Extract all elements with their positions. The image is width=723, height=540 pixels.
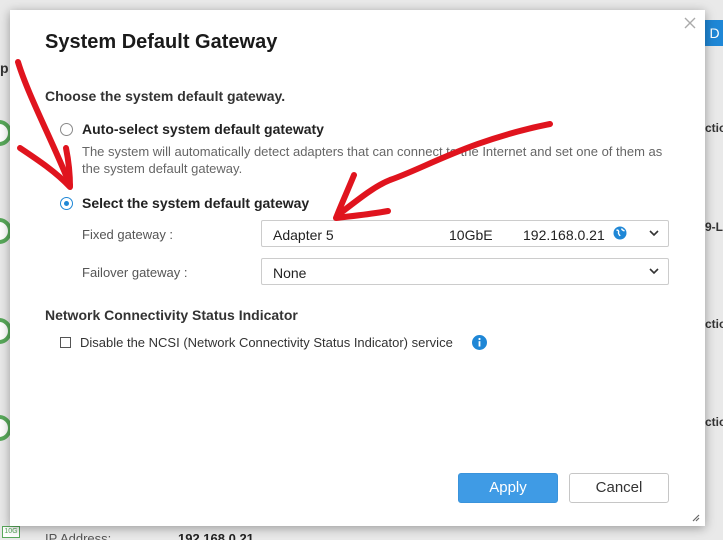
background-text: ctio: [705, 317, 723, 331]
apply-button[interactable]: Apply: [458, 473, 558, 503]
fixed-gateway-speed: 10GbE: [449, 227, 493, 243]
fixed-gateway-label: Fixed gateway :: [82, 227, 174, 242]
globe-icon: [613, 226, 627, 240]
failover-gateway-select[interactable]: None: [261, 258, 669, 285]
fixed-gateway-ip: 192.168.0.21: [523, 227, 605, 243]
chevron-down-icon: [649, 230, 659, 237]
close-button[interactable]: [683, 16, 697, 30]
info-icon[interactable]: [471, 335, 487, 350]
auto-select-label[interactable]: Auto-select system default gatewaty: [82, 121, 324, 137]
background-text: 9-L: [705, 220, 723, 234]
manual-select-option[interactable]: Select the system default gateway: [60, 195, 309, 211]
background-ip-label: IP Address:: [45, 531, 112, 540]
failover-gateway-value: None: [273, 265, 307, 281]
background-text: ctio: [705, 121, 723, 135]
background-text: ctio: [705, 415, 723, 429]
auto-select-option[interactable]: Auto-select system default gatewaty: [60, 121, 324, 137]
section-heading: Choose the system default gateway.: [45, 88, 286, 104]
ncsi-checkbox-label[interactable]: Disable the NCSI (Network Connectivity S…: [80, 335, 453, 350]
ncsi-checkbox[interactable]: [60, 337, 71, 348]
auto-select-description: The system will automatically detect ada…: [82, 144, 663, 176]
close-icon: [684, 17, 696, 29]
manual-select-radio[interactable]: [60, 196, 73, 210]
background-text: p: [0, 60, 9, 76]
manual-select-label[interactable]: Select the system default gateway: [82, 195, 309, 211]
ncsi-heading: Network Connectivity Status Indicator: [45, 307, 298, 323]
background-ip-value: 192.168.0.21: [178, 531, 254, 540]
dialog-title: System Default Gateway: [45, 31, 278, 53]
resize-grip-icon[interactable]: [692, 514, 700, 522]
fixed-gateway-adapter: Adapter 5: [273, 227, 334, 243]
auto-select-radio[interactable]: [60, 122, 73, 136]
background-speed-tag: 10G: [2, 526, 20, 538]
ncsi-option[interactable]: Disable the NCSI (Network Connectivity S…: [60, 335, 487, 350]
fixed-gateway-select[interactable]: Adapter 5 10GbE 192.168.0.21: [261, 220, 669, 247]
gateway-dialog: System Default Gateway Choose the system…: [10, 10, 705, 526]
chevron-down-icon: [649, 268, 659, 275]
cancel-button[interactable]: Cancel: [569, 473, 669, 503]
failover-gateway-label: Failover gateway :: [82, 265, 188, 280]
